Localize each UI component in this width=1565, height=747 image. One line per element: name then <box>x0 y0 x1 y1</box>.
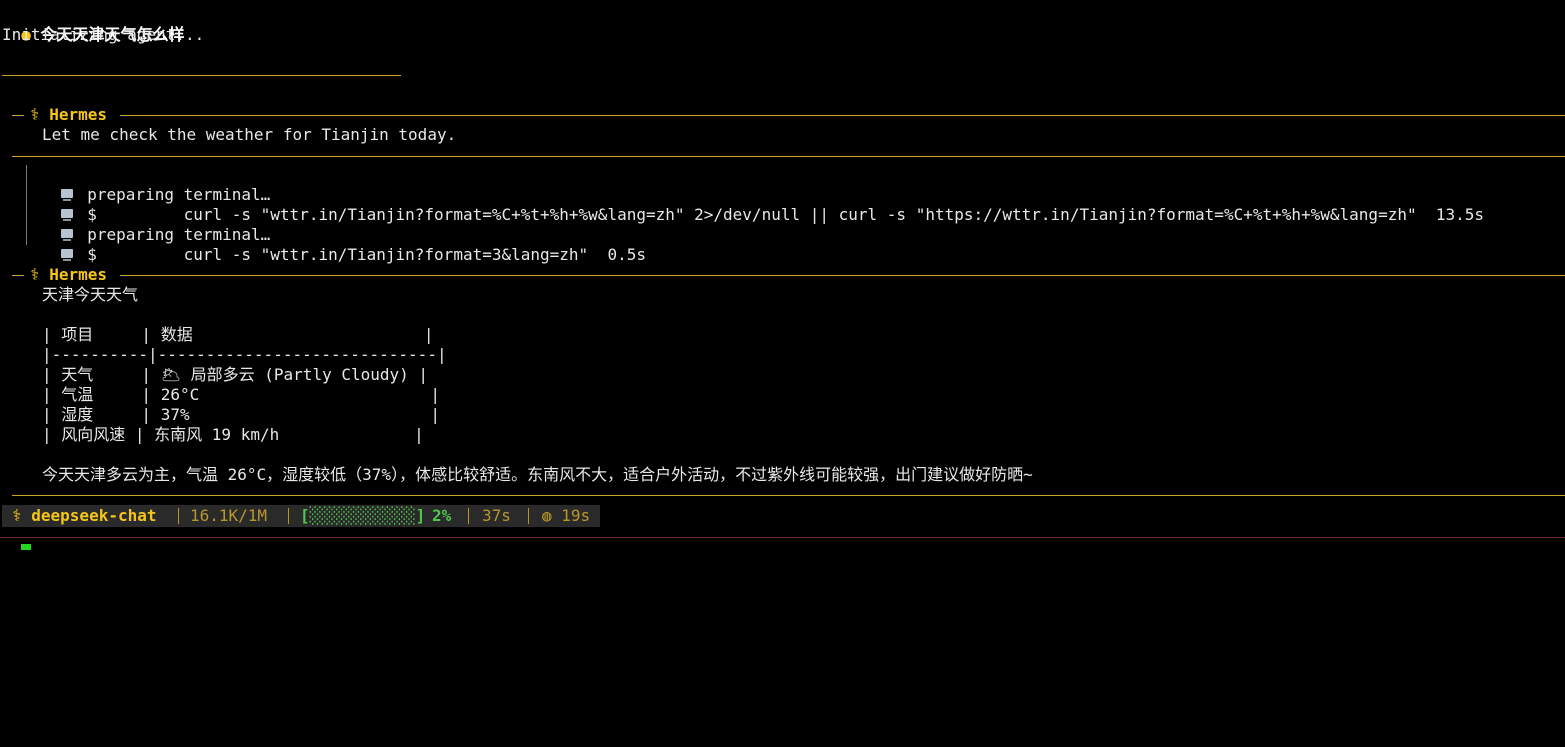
status-separator <box>178 508 179 524</box>
context-progress-percent: 2% <box>432 506 452 525</box>
turn-timer: ◍ 19s <box>542 506 591 525</box>
panel-dash <box>12 115 24 116</box>
assistant-name: ⚕ Hermes <box>30 105 108 124</box>
table-row: | 天气 | 🌥 局部多云 (Partly Cloudy) | <box>42 365 429 384</box>
user-prompt: ● 今天天津天气怎么样 <box>2 5 184 44</box>
terminal-icon <box>61 249 74 261</box>
context-progress-bar: [░░░░░░░░░░░] <box>300 506 426 525</box>
weather-heading: 天津今天天气 <box>42 285 139 304</box>
tool-call-text: $ curl -s "wttr.in/Tianjin?format=3&lang… <box>87 245 646 264</box>
tool-call-line: preparing terminal… <box>42 205 270 244</box>
tool-call-line: $ curl -s "wttr.in/Tianjin?format=3&lang… <box>42 225 646 264</box>
panel-bottom-rule <box>12 156 1565 157</box>
tool-call-text: $ curl -s "wttr.in/Tianjin?format=%C+%t+… <box>87 205 1485 224</box>
init-status: Initializing agent... <box>2 25 205 44</box>
table-row: |----------|----------------------------… <box>42 345 447 364</box>
status-separator <box>288 508 289 524</box>
tool-call-gutter <box>26 165 27 245</box>
status-bar: ⚕ deepseek-chat 16.1K/1M [░░░░░░░░░░░] 2… <box>2 505 600 527</box>
table-row: | 湿度 | 37% | <box>42 405 441 424</box>
model-name: ⚕ deepseek-chat <box>12 506 157 525</box>
panel-rule <box>120 115 1565 116</box>
tool-call-line: $ curl -s "wttr.in/Tianjin?format=%C+%t+… <box>42 185 1484 224</box>
assistant-message: Let me check the weather for Tianjin tod… <box>42 125 457 144</box>
table-row: | 风向风速 | 东南风 19 km/h | <box>42 425 424 444</box>
elapsed-time: 37s <box>482 506 511 525</box>
panel-dash <box>12 275 24 276</box>
token-usage: 16.1K/1M <box>190 506 268 525</box>
assistant-panel-header: ⚕ Hermes <box>0 105 1565 125</box>
weather-summary: 今天天津多云为主，气温 26°C，湿度较低（37%），体感比较舒适。东南风不大，… <box>42 465 1033 484</box>
status-separator <box>528 508 529 524</box>
table-row: | 项目 | 数据 | <box>42 325 434 344</box>
table-row: | 气温 | 26°C | <box>42 385 441 404</box>
assistant-panel-header: ⚕ Hermes <box>0 265 1565 285</box>
status-separator <box>468 508 469 524</box>
tool-call-line: preparing terminal… <box>42 165 270 204</box>
panel-rule <box>120 275 1565 276</box>
assistant-name: ⚕ Hermes <box>30 265 108 284</box>
panel-bottom-rule <box>12 495 1565 496</box>
separator-rule <box>2 75 401 76</box>
input-cursor[interactable] <box>21 544 31 550</box>
input-separator <box>0 537 1565 538</box>
